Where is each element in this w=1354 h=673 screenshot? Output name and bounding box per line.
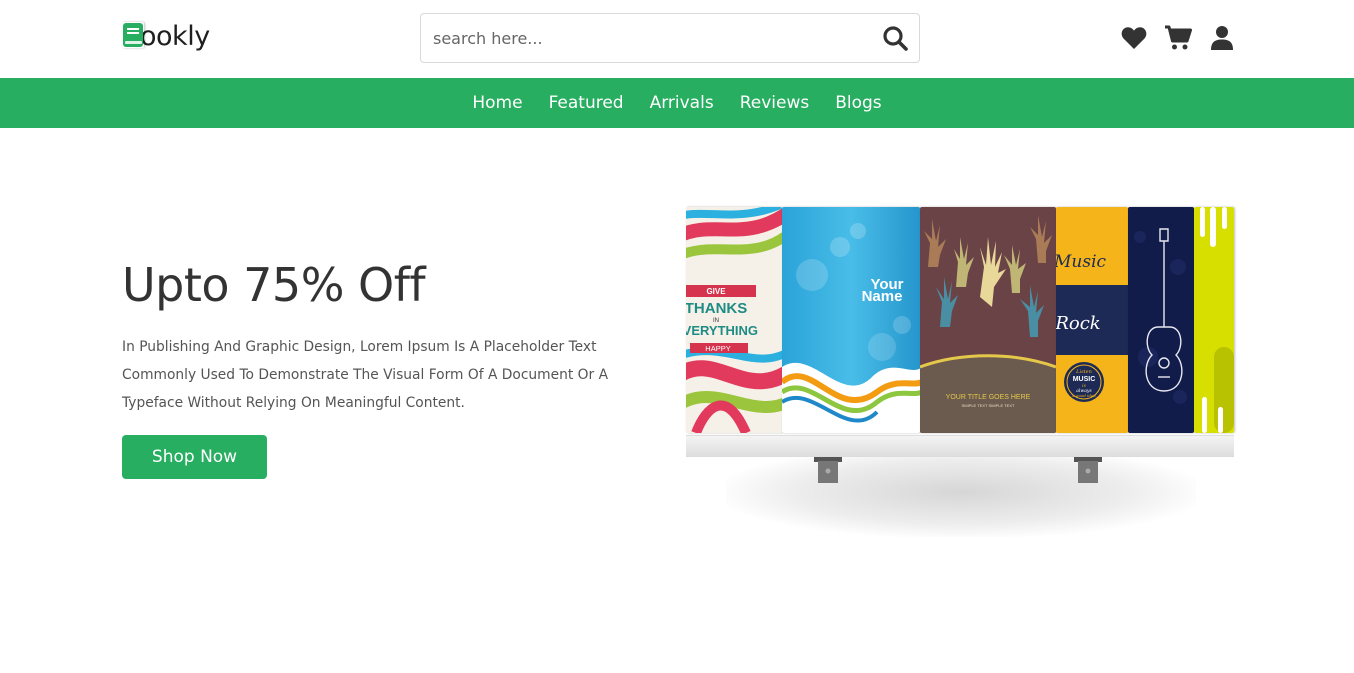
cart-icon[interactable] — [1164, 24, 1192, 52]
main-nav: Home Featured Arrivals Reviews Blogs — [0, 78, 1354, 128]
book1-text-give: GIVE — [706, 287, 726, 296]
logo[interactable]: Bookly — [122, 22, 210, 52]
header-icons — [1120, 24, 1236, 52]
site-header: Bookly — [0, 0, 1354, 78]
nav-featured[interactable]: Featured — [549, 93, 624, 113]
book-cover-3: YOUR TITLE GOES HERE SIMPLE TEXT SIMPLE … — [920, 207, 1056, 433]
book-cover-6 — [1194, 207, 1234, 433]
search-button[interactable] — [871, 14, 919, 62]
book2-text-name: Name — [862, 288, 903, 305]
book-icon — [123, 23, 143, 47]
book-cover-2: Your Name — [782, 207, 920, 433]
book-cover-4: Music Rock Listen MUSIC is always a good… — [1056, 207, 1128, 433]
shelf-bracket-left — [814, 457, 842, 483]
hero-description: In Publishing And Graphic Design, Lorem … — [122, 339, 609, 411]
heart-icon[interactable] — [1120, 24, 1148, 52]
nav-reviews[interactable]: Reviews — [740, 93, 810, 113]
book4-text-music-caps: MUSIC — [1073, 376, 1096, 383]
nav-home[interactable]: Home — [472, 93, 522, 113]
book1-text-thanks: THANKS — [686, 300, 747, 317]
book3-title: YOUR TITLE GOES HERE — [946, 394, 1031, 401]
book1-text-everything: EVERYTHING — [686, 323, 758, 338]
book-cover-1: GIVE THANKS IN EVERYTHING HAPPY — [686, 207, 782, 433]
hero-title: Upto 75% Off — [122, 258, 426, 312]
search-input[interactable] — [421, 14, 871, 62]
shelf-bracket-right — [1074, 457, 1102, 483]
shelf-board — [686, 435, 1234, 457]
shelf-shadow — [726, 447, 1196, 537]
book4-text-good-idea: a good idea — [1072, 393, 1096, 398]
bookshelf-image: GIVE THANKS IN EVERYTHING HAPPY Your — [686, 207, 1234, 557]
nav-arrivals[interactable]: Arrivals — [650, 93, 714, 113]
user-icon[interactable] — [1208, 24, 1236, 52]
book1-text-happy: HAPPY — [705, 344, 730, 353]
search-form — [420, 13, 920, 63]
book4-text-rock: Rock — [1056, 313, 1101, 334]
book4-text-music: Music — [1056, 252, 1106, 272]
shop-now-button[interactable]: Shop Now — [122, 435, 267, 479]
book4-text-listen: Listen — [1075, 369, 1092, 375]
nav-blogs[interactable]: Blogs — [835, 93, 881, 113]
search-icon — [883, 26, 908, 51]
book-cover-5 — [1128, 207, 1194, 433]
book3-subtitle: SIMPLE TEXT SIMPLE TEXT — [962, 403, 1015, 408]
